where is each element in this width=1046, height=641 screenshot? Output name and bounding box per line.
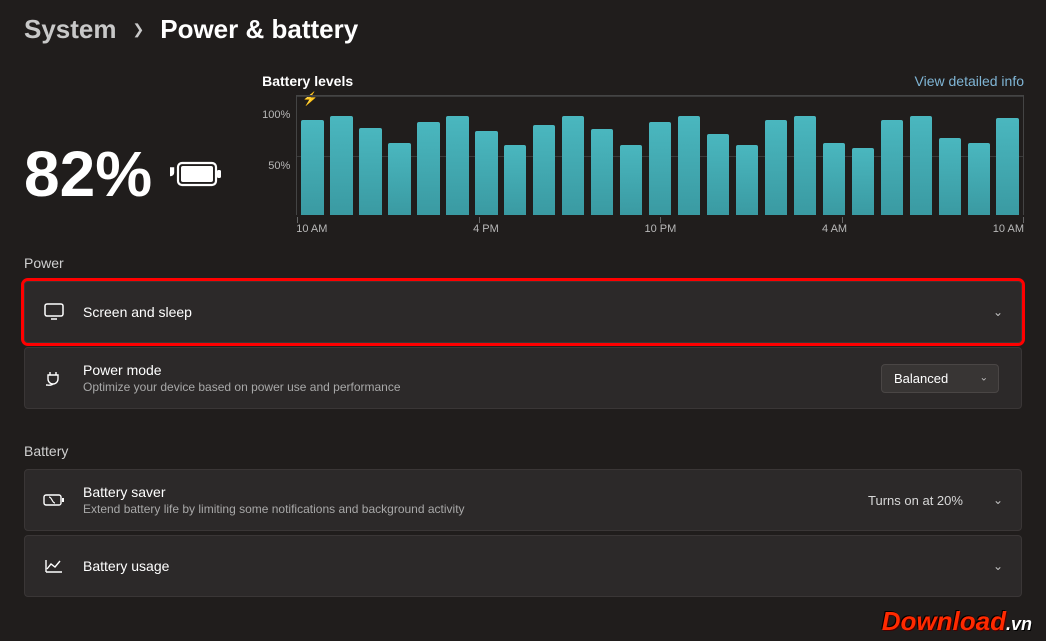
overview-row: 82% Battery levels View detailed info 10… <box>0 53 1046 225</box>
chart-title: Battery levels <box>262 73 353 89</box>
chart-bar <box>765 120 787 215</box>
monitor-icon <box>43 303 65 321</box>
screen-and-sleep-card[interactable]: Screen and sleep ⌄ <box>24 281 1022 343</box>
chart-plot <box>296 95 1024 215</box>
chart-line-icon <box>43 558 65 574</box>
chart-bar <box>707 134 729 215</box>
chart-bar <box>533 125 555 215</box>
x-tick-label: 4 AM <box>822 223 847 235</box>
battery-levels-chart: Battery levels View detailed info 100% 5… <box>262 73 1024 225</box>
chart-bar <box>591 129 613 215</box>
watermark: Download.vn <box>882 606 1032 637</box>
card-title: Screen and sleep <box>83 304 975 320</box>
chart-bar <box>417 122 439 215</box>
chart-bar <box>301 120 323 215</box>
x-tick-label: 4 PM <box>473 223 499 235</box>
chart-bar <box>620 145 642 215</box>
chart-y-axis: 100% 50% <box>262 95 296 215</box>
chart-bar <box>881 120 903 215</box>
card-title: Battery saver <box>83 484 850 500</box>
chevron-down-icon: ⌄ <box>980 373 988 384</box>
chart-bar <box>910 116 932 215</box>
chart-bar <box>475 131 497 215</box>
watermark-text: Download <box>882 606 1006 636</box>
breadcrumb-parent[interactable]: System <box>24 14 117 45</box>
breadcrumb: System ❯ Power & battery <box>0 0 1046 53</box>
battery-saver-icon <box>43 493 65 507</box>
y-tick-50: 50% <box>268 160 290 172</box>
chart-bar <box>996 118 1018 215</box>
chart-bar <box>562 116 584 215</box>
chart-bar <box>939 138 961 215</box>
chart-bar <box>649 122 671 215</box>
chart-bar <box>968 143 990 215</box>
chart-bar <box>388 143 410 215</box>
chevron-right-icon: ❯ <box>133 21 145 38</box>
battery-usage-card[interactable]: Battery usage ⌄ <box>24 535 1022 597</box>
power-mode-dropdown[interactable]: Balanced ⌄ <box>881 364 999 393</box>
chart-bar <box>852 148 874 215</box>
battery-saver-card[interactable]: Battery saver Extend battery life by lim… <box>24 469 1022 531</box>
chart-bar <box>446 116 468 215</box>
x-tick-label: 10 AM <box>296 223 327 235</box>
chart-x-axis: 10 AM 4 PM 10 PM 4 AM 10 AM <box>296 223 1024 235</box>
x-tick-label: 10 AM <box>993 223 1024 235</box>
power-mode-card[interactable]: Power mode Optimize your device based on… <box>24 347 1022 409</box>
chart-bar <box>794 116 816 215</box>
battery-charging-icon <box>170 159 222 189</box>
x-tick-label: 10 PM <box>645 223 677 235</box>
chevron-down-icon: ⌄ <box>993 305 1003 319</box>
y-tick-100: 100% <box>262 109 290 121</box>
section-label-battery: Battery <box>0 413 1046 469</box>
chart-bar <box>359 128 381 215</box>
chart-bar <box>330 116 352 215</box>
view-detailed-info-link[interactable]: View detailed info <box>915 73 1024 89</box>
chart-bar <box>736 145 758 215</box>
chart-bar <box>504 145 526 215</box>
card-subtitle: Extend battery life by limiting some not… <box>83 502 850 516</box>
dropdown-value: Balanced <box>894 371 948 386</box>
card-title: Battery usage <box>83 558 975 574</box>
battery-percent-block: 82% <box>24 73 222 225</box>
chart-bar <box>823 143 845 215</box>
card-title: Power mode <box>83 362 863 378</box>
battery-percent: 82% <box>24 142 152 206</box>
page-title: Power & battery <box>160 14 358 45</box>
card-subtitle: Optimize your device based on power use … <box>83 380 863 394</box>
chevron-down-icon: ⌄ <box>993 493 1003 507</box>
chevron-down-icon: ⌄ <box>993 559 1003 573</box>
chart-bar <box>678 116 700 215</box>
battery-saver-value: Turns on at 20% <box>868 493 963 508</box>
watermark-tld: .vn <box>1006 614 1032 634</box>
power-plug-icon <box>43 370 65 386</box>
